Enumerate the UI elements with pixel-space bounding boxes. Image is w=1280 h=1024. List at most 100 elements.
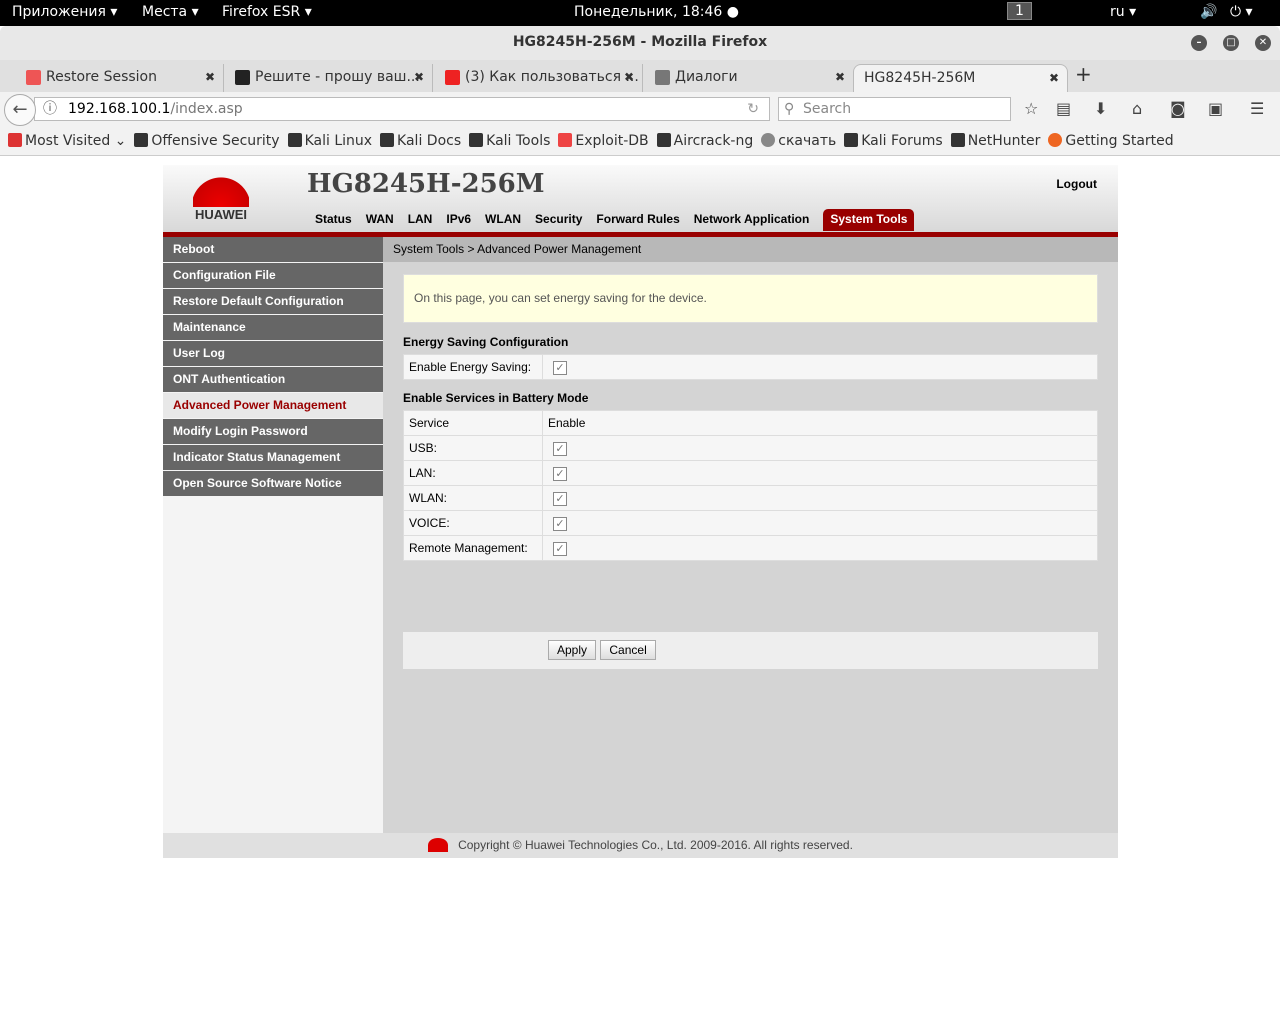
clock[interactable]: Понедельник, 18:46 ●	[574, 4, 739, 20]
device-title: HG8245H-256M	[307, 169, 545, 199]
search-placeholder: Search	[803, 101, 852, 117]
bookmark-kali-forums[interactable]: Kali Forums	[844, 132, 943, 149]
tab-dialogi[interactable]: Диалоги ✖	[653, 64, 853, 92]
url-host: 192.168.100.1	[68, 101, 171, 117]
sidebar-item-advanced-power-management[interactable]: Advanced Power Management	[163, 393, 383, 418]
tab-reshite[interactable]: Решите - прошу ваш... ✖	[233, 64, 433, 92]
voice-checkbox[interactable]: ✓	[553, 516, 567, 531]
minimize-button[interactable]: –	[1191, 35, 1207, 51]
folder-icon	[8, 132, 22, 147]
sidebar-item-maintenance[interactable]: Maintenance	[163, 315, 383, 340]
home-icon[interactable]: ⌂	[1132, 99, 1142, 118]
places-menu[interactable]: Места ▾	[142, 4, 199, 20]
extension-icon[interactable]: ▣	[1208, 99, 1223, 118]
bookmark-kali-tools[interactable]: Kali Tools	[469, 132, 550, 149]
bookmark-offensive-security[interactable]: Offensive Security	[134, 132, 280, 149]
downloads-icon[interactable]: ⬇	[1094, 99, 1107, 118]
menu-network-application[interactable]: Network Application	[687, 209, 817, 231]
cancel-button[interactable]: Cancel	[600, 640, 656, 660]
close-tab-icon[interactable]: ✖	[835, 64, 845, 90]
language-indicator[interactable]: ru ▾	[1110, 4, 1136, 20]
close-window-button[interactable]: ✕	[1255, 35, 1271, 51]
button-bar: Apply Cancel	[403, 632, 1098, 669]
url-path: /index.asp	[170, 101, 243, 117]
copyright: Copyright © Huawei Technologies Co., Ltd…	[458, 838, 853, 852]
logout-link[interactable]: Logout	[1056, 177, 1097, 191]
new-tab-button[interactable]: +	[1075, 62, 1092, 86]
bookmark-skachat[interactable]: скачать	[761, 132, 836, 149]
window-title: HG8245H-256M - Mozilla Firefox	[512, 34, 768, 50]
reading-list-icon[interactable]: ▤	[1056, 99, 1071, 118]
applications-menu[interactable]: Приложения ▾	[12, 4, 117, 20]
firefox-icon	[1048, 132, 1063, 147]
bookmark-star-icon[interactable]: ☆	[1024, 99, 1038, 118]
volume-icon[interactable]: 🔊	[1200, 4, 1217, 20]
bookmark-aircrack[interactable]: Aircrack-ng	[656, 132, 753, 149]
bookmark-exploit-db[interactable]: Exploit-DB	[558, 132, 649, 149]
sidebar-item-indicator-status[interactable]: Indicator Status Management	[163, 445, 383, 470]
huawei-logo: HUAWEI	[191, 167, 251, 227]
lan-checkbox[interactable]: ✓	[553, 466, 567, 481]
site-icon	[235, 70, 250, 85]
globe-icon	[761, 132, 776, 147]
close-tab-icon[interactable]: ✖	[414, 64, 424, 90]
apply-button[interactable]: Apply	[548, 640, 597, 660]
table-row: Remote Management: ✓	[403, 535, 1098, 561]
usb-checkbox[interactable]: ✓	[553, 441, 567, 456]
menu-system-tools[interactable]: System Tools	[823, 209, 915, 231]
menu-status[interactable]: Status	[308, 209, 359, 231]
url-bar[interactable]: 192.168.100.1/index.asp ↻ ⓘ	[34, 97, 770, 121]
table-row: VOICE: ✓	[403, 510, 1098, 536]
col-enable: Enable	[542, 410, 1098, 436]
firefox-menu[interactable]: Firefox ESR ▾	[222, 4, 312, 20]
bookmark-getting-started[interactable]: Getting Started	[1048, 132, 1174, 149]
search-input[interactable]: ⚲ Search	[778, 97, 1011, 121]
youtube-icon	[445, 70, 460, 85]
window-titlebar: HG8245H-256M - Mozilla Firefox – □ ✕	[0, 26, 1280, 60]
menu-wlan[interactable]: WLAN	[478, 209, 528, 231]
wlan-checkbox[interactable]: ✓	[553, 491, 567, 506]
tab-router[interactable]: HG8245H-256M ✖	[853, 64, 1068, 92]
tab-label: (3) Как пользоваться ...	[465, 69, 639, 85]
menu-icon[interactable]: ☰	[1250, 99, 1264, 118]
table-row: WLAN: ✓	[403, 485, 1098, 511]
footer: Copyright © Huawei Technologies Co., Ltd…	[163, 833, 1118, 858]
bookmark-most-visited[interactable]: Most Visited ⌄	[8, 132, 126, 149]
tab-restore-session[interactable]: Restore Session ✖	[24, 64, 224, 92]
close-tab-icon[interactable]: ✖	[1049, 65, 1059, 91]
sidebar-item-reboot[interactable]: Reboot	[163, 237, 383, 262]
back-button[interactable]: ←	[4, 94, 36, 126]
battery-section-title: Enable Services in Battery Mode	[403, 391, 589, 405]
close-tab-icon[interactable]: ✖	[624, 64, 634, 90]
workspace-indicator[interactable]: 1	[1007, 2, 1032, 20]
service-label: WLAN:	[403, 485, 543, 511]
info-icon[interactable]: ⓘ	[43, 98, 57, 120]
navigation-bar: 192.168.100.1/index.asp ↻ ⓘ ← ⚲ Search ☆ ▤ …	[0, 92, 1280, 126]
menu-forward-rules[interactable]: Forward Rules	[589, 209, 686, 231]
main-menu: Status WAN LAN IPv6 WLAN Security Forwar…	[308, 209, 915, 231]
power-icon[interactable]: ⏻ ▾	[1230, 4, 1253, 20]
pocket-icon[interactable]: ◙	[1170, 99, 1186, 118]
service-label: USB:	[403, 435, 543, 461]
menu-lan[interactable]: LAN	[401, 209, 440, 231]
sidebar-item-configuration-file[interactable]: Configuration File	[163, 263, 383, 288]
enable-energy-saving-checkbox[interactable]: ✓	[553, 360, 567, 375]
sidebar-item-restore-default[interactable]: Restore Default Configuration	[163, 289, 383, 314]
bookmark-nethunter[interactable]: NetHunter	[950, 132, 1040, 149]
bookmark-kali-linux[interactable]: Kali Linux	[287, 132, 372, 149]
bookmark-kali-docs[interactable]: Kali Docs	[380, 132, 461, 149]
sidebar-item-modify-login-password[interactable]: Modify Login Password	[163, 419, 383, 444]
kali-forums-icon	[844, 132, 859, 147]
tab-youtube[interactable]: (3) Как пользоваться ... ✖	[443, 64, 643, 92]
sidebar-item-user-log[interactable]: User Log	[163, 341, 383, 366]
menu-wan[interactable]: WAN	[359, 209, 401, 231]
sidebar-item-open-source-notice[interactable]: Open Source Software Notice	[163, 471, 383, 496]
maximize-button[interactable]: □	[1223, 35, 1239, 51]
menu-ipv6[interactable]: IPv6	[439, 209, 478, 231]
menu-security[interactable]: Security	[528, 209, 589, 231]
close-tab-icon[interactable]: ✖	[205, 64, 215, 90]
reload-icon[interactable]: ↻	[747, 98, 759, 120]
sidebar-item-ont-authentication[interactable]: ONT Authentication	[163, 367, 383, 392]
kali-icon	[469, 132, 484, 147]
main-content: System Tools > Advanced Power Management…	[383, 237, 1118, 833]
